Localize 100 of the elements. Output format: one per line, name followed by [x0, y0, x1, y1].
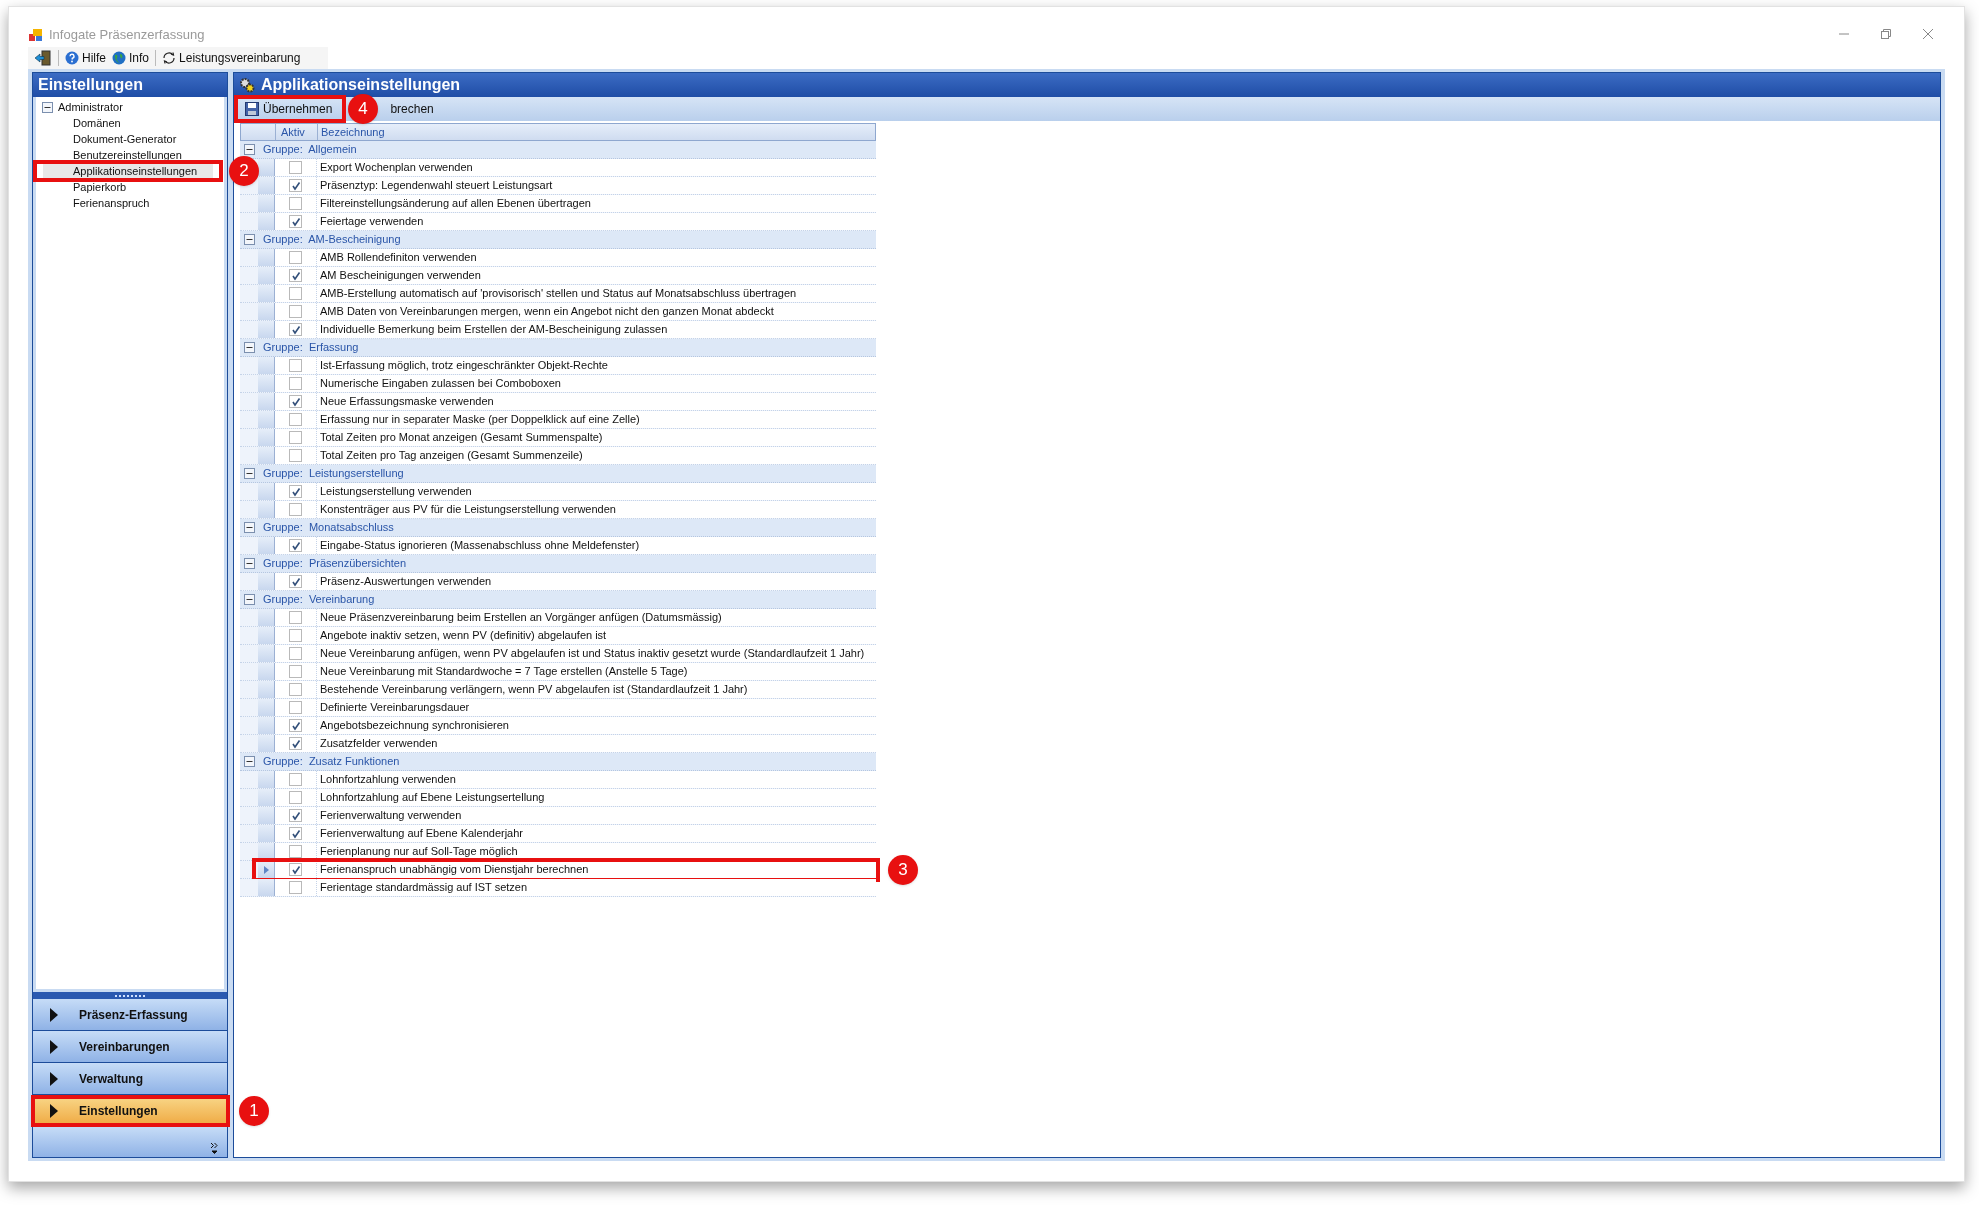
row-selector[interactable] [258, 879, 275, 896]
nav-button[interactable]: Vereinbarungen [33, 1031, 227, 1063]
checkbox[interactable] [289, 845, 302, 858]
group-label: Gruppe: Präsenzübersichten [263, 556, 407, 572]
checkbox[interactable] [289, 503, 302, 516]
row-selector[interactable] [258, 807, 275, 824]
tree-item[interactable]: Domänen [43, 115, 213, 131]
door-exit-icon [34, 50, 52, 66]
setting-label: Lohnfortzahlung auf Ebene Leistungsertellung [317, 789, 876, 806]
row-selector[interactable] [258, 681, 275, 698]
row-selector[interactable] [258, 825, 275, 842]
checkbox[interactable] [289, 197, 302, 210]
checkbox[interactable] [289, 179, 302, 192]
row-selector[interactable] [258, 429, 275, 446]
checkbox[interactable] [289, 611, 302, 624]
restore-icon[interactable] [1880, 28, 1892, 40]
row-selector[interactable] [258, 177, 275, 194]
row-selector[interactable] [258, 285, 275, 302]
toolbar-button[interactable]: brechen [387, 100, 437, 118]
checkbox[interactable] [289, 881, 302, 894]
exit-button[interactable] [34, 50, 52, 66]
checkbox[interactable] [289, 827, 302, 840]
checkbox[interactable] [289, 485, 302, 498]
checkbox[interactable] [289, 413, 302, 426]
checkbox[interactable] [289, 269, 302, 282]
row-selector[interactable] [258, 411, 275, 428]
checkbox[interactable] [289, 575, 302, 588]
collapse-icon[interactable] [244, 594, 255, 605]
sidebar-header: Einstellungen [33, 73, 227, 97]
row-selector[interactable] [258, 195, 275, 212]
refresh-icon [162, 51, 177, 65]
column-header[interactable]: Aktiv [275, 123, 317, 141]
toolbar-button[interactable]: Leistungsvereinbarung [162, 49, 301, 67]
row-selector[interactable] [258, 393, 275, 410]
callout-number: 2 [229, 156, 259, 186]
collapse-icon[interactable] [244, 468, 255, 479]
collapse-icon[interactable] [244, 234, 255, 245]
chevron-more-icon[interactable] [210, 1142, 219, 1154]
row-selector[interactable] [258, 789, 275, 806]
checkbox[interactable] [289, 665, 302, 678]
checkbox[interactable] [289, 449, 302, 462]
checkbox[interactable] [289, 629, 302, 642]
tree-item[interactable]: Benutzereinstellungen [43, 147, 213, 163]
checkbox[interactable] [289, 719, 302, 732]
checkbox[interactable] [289, 251, 302, 264]
checkbox[interactable] [289, 791, 302, 804]
checkbox[interactable] [289, 647, 302, 660]
checkbox[interactable] [289, 287, 302, 300]
checkbox[interactable] [289, 377, 302, 390]
setting-label: Ferienplanung nur auf Soll-Tage möglich [317, 843, 876, 860]
checkbox[interactable] [289, 215, 302, 228]
splitter-handle[interactable] [33, 992, 227, 999]
checkbox[interactable] [289, 683, 302, 696]
row-selector[interactable] [258, 663, 275, 680]
collapse-icon[interactable] [42, 101, 53, 113]
collapse-icon[interactable] [244, 342, 255, 353]
nav-button[interactable]: Verwaltung [33, 1063, 227, 1095]
toolbar-button[interactable]: Info [112, 49, 150, 67]
column-header[interactable]: Bezeichnung [317, 123, 875, 141]
setting-label: Angebotsbezeichnung synchronisieren [317, 717, 876, 734]
group-label: Gruppe: Leistungserstellung [263, 466, 404, 482]
collapse-icon[interactable] [244, 558, 255, 569]
setting-label: Präsenztyp: Legendenwahl steuert Leistungsart [317, 177, 876, 194]
checkbox[interactable] [289, 323, 302, 336]
globe-icon [112, 51, 126, 65]
nav-button[interactable]: Präsenz-Erfassung [33, 999, 227, 1031]
checkbox[interactable] [289, 539, 302, 552]
tree-item[interactable]: Administrator [58, 98, 123, 116]
checkbox[interactable] [289, 809, 302, 822]
row-selector[interactable] [258, 303, 275, 320]
checkbox[interactable] [289, 863, 302, 876]
close-icon[interactable] [1922, 28, 1934, 40]
setting-label: Individuelle Bemerkung beim Erstellen der AM-Bescheinigung zulassen [317, 321, 876, 338]
setting-label: Ferienverwaltung auf Ebene Kalenderjahr [317, 825, 876, 842]
checkbox[interactable] [289, 161, 302, 174]
toolbar-button[interactable]: Hilfe [65, 49, 106, 67]
tree-item[interactable]: Ferienanspruch [43, 195, 213, 211]
row-selector[interactable] [258, 717, 275, 734]
checkbox[interactable] [289, 701, 302, 714]
tree-item[interactable]: Papierkorb [43, 179, 213, 195]
row-selector[interactable] [258, 267, 275, 284]
checkbox[interactable] [289, 737, 302, 750]
row-selector[interactable] [258, 375, 275, 392]
checkbox[interactable] [289, 305, 302, 318]
checkbox[interactable] [289, 395, 302, 408]
setting-label: Ferientage standardmässig auf IST setzen [317, 879, 876, 896]
checkbox[interactable] [289, 773, 302, 786]
collapse-icon[interactable] [244, 756, 255, 767]
row-selector[interactable] [258, 645, 275, 662]
row-selector[interactable] [258, 627, 275, 644]
collapse-icon[interactable] [244, 144, 255, 155]
row-selector[interactable] [258, 699, 275, 716]
setting-label: Neue Präsenzvereinbarung beim Erstellen an Vorgänger anfügen (Datumsmässig) [317, 609, 876, 626]
apply-button[interactable]: Übernehmen [242, 100, 336, 118]
checkbox[interactable] [289, 359, 302, 372]
collapse-icon[interactable] [244, 522, 255, 533]
setting-label: Ferienverwaltung verwenden [317, 807, 876, 824]
tree-item[interactable]: Dokument-Generator [43, 131, 213, 147]
checkbox[interactable] [289, 431, 302, 444]
group-label: Gruppe: Monatsabschluss [263, 520, 394, 536]
